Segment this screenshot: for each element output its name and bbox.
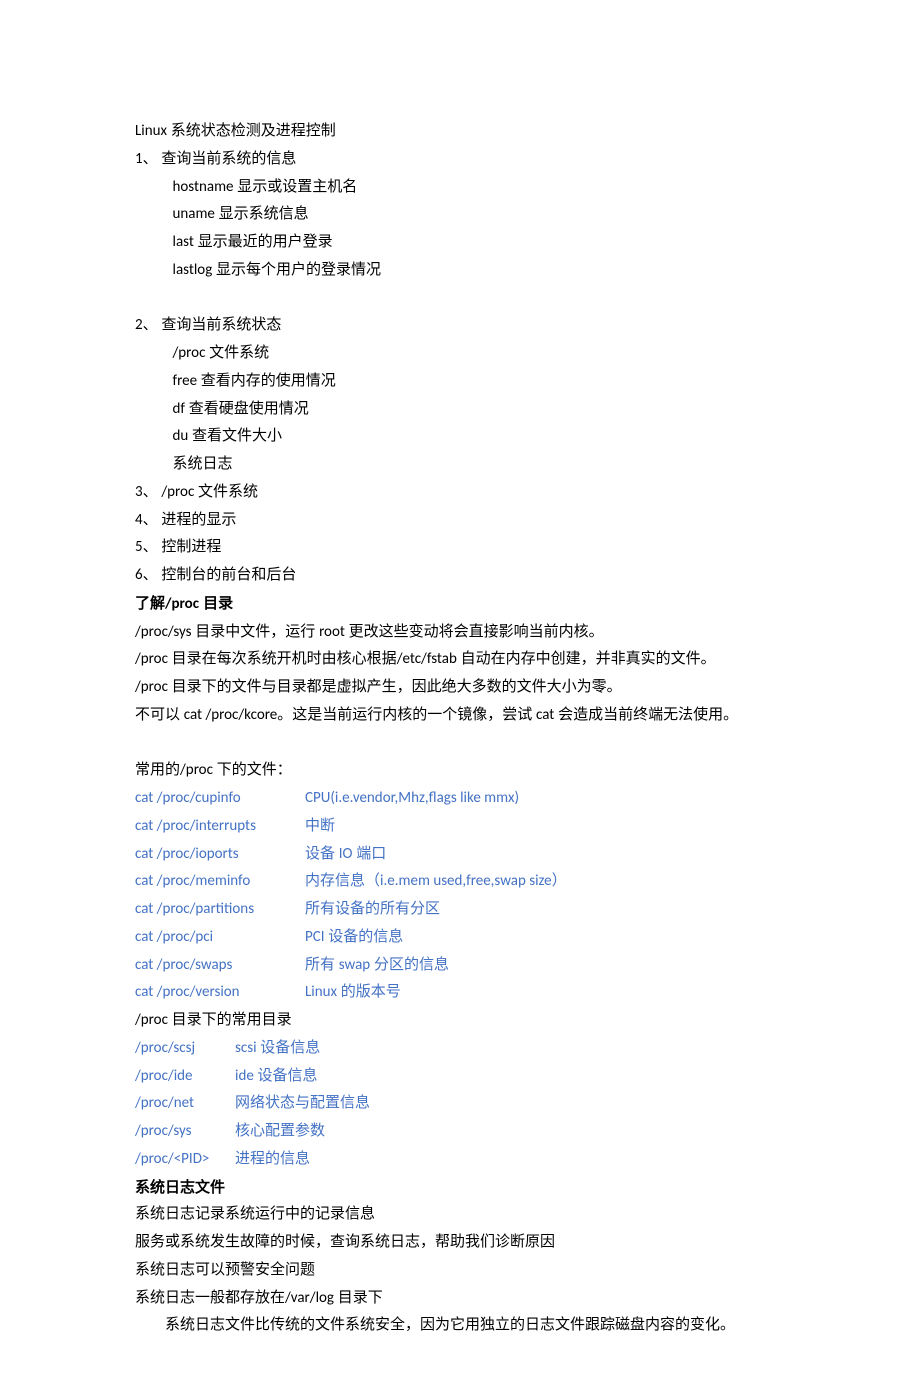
proc-description: 所有设备的所有分区 bbox=[305, 896, 440, 924]
heading-syslog: 系统日志文件 bbox=[135, 1174, 785, 1202]
table-row: cat /proc/versionLinux 的版本号 bbox=[135, 979, 785, 1007]
proc-command: cat /proc/meminfo bbox=[135, 868, 305, 896]
proc-dir-description: 网络状态与配置信息 bbox=[235, 1090, 370, 1118]
list-sub-item: free 查看内存的使用情况 bbox=[135, 368, 785, 396]
heading-proc-dir: 了解/proc 目录 bbox=[135, 590, 785, 619]
proc-dir-path: /proc/<PID> bbox=[135, 1146, 235, 1174]
proc-description: PCI 设备的信息 bbox=[305, 924, 403, 952]
table-row: cat /proc/cupinfoCPU(i.e.vendor,Mhz,flag… bbox=[135, 785, 785, 813]
proc-dirs-table: /proc/scsjscsi 设备信息/proc/ideide 设备信息/pro… bbox=[135, 1035, 785, 1174]
table-row: cat /proc/meminfo内存信息（i.e.mem used,free,… bbox=[135, 868, 785, 896]
table-row: cat /proc/partitions所有设备的所有分区 bbox=[135, 896, 785, 924]
paragraph: /proc 目录在每次系统开机时由核心根据/etc/fstab 自动在内存中创建… bbox=[135, 646, 785, 674]
common-files-label: 常用的/proc 下的文件： bbox=[135, 757, 785, 785]
proc-dir-description: 核心配置参数 bbox=[235, 1118, 325, 1146]
proc-command: cat /proc/cupinfo bbox=[135, 785, 305, 813]
proc-description: 中断 bbox=[305, 813, 335, 841]
proc-command: cat /proc/swaps bbox=[135, 952, 305, 980]
paragraph: 系统日志记录系统运行中的记录信息 bbox=[135, 1201, 785, 1229]
proc-command: cat /proc/partitions bbox=[135, 896, 305, 924]
proc-dir-path: /proc/ide bbox=[135, 1063, 235, 1091]
list-sub-item: 系统日志 bbox=[135, 451, 785, 479]
list-sub-item: /proc 文件系统 bbox=[135, 340, 785, 368]
table-row: cat /proc/pciPCI 设备的信息 bbox=[135, 924, 785, 952]
list-item: 2、 查询当前系统状态 bbox=[135, 312, 785, 340]
paragraph: /proc/sys 目录中文件，运行 root 更改这些变动将会直接影响当前内核… bbox=[135, 619, 785, 647]
list-sub-item: du 查看文件大小 bbox=[135, 423, 785, 451]
list-sub-item: df 查看硬盘使用情况 bbox=[135, 396, 785, 424]
proc-description: 设备 IO 端口 bbox=[305, 841, 386, 869]
table-row: cat /proc/swaps所有 swap 分区的信息 bbox=[135, 952, 785, 980]
syslog-lines: 系统日志记录系统运行中的记录信息服务或系统发生故障的时候，查询系统日志，帮助我们… bbox=[135, 1201, 785, 1284]
list-item: 1、 查询当前系统的信息 bbox=[135, 146, 785, 174]
list-item: 3、 /proc 文件系统 bbox=[135, 479, 785, 507]
list-sub-item: lastlog 显示每个用户的登录情况 bbox=[135, 257, 785, 285]
paragraph: /proc 目录下的文件与目录都是虚拟产生，因此绝大多数的文件大小为零。 bbox=[135, 674, 785, 702]
paragraph: 服务或系统发生故障的时候，查询系统日志，帮助我们诊断原因 bbox=[135, 1229, 785, 1257]
proc-dir-description: 进程的信息 bbox=[235, 1146, 310, 1174]
table-row: /proc/sys核心配置参数 bbox=[135, 1118, 785, 1146]
paragraph: 系统日志可以预警安全问题 bbox=[135, 1257, 785, 1285]
proc-command: cat /proc/pci bbox=[135, 924, 305, 952]
table-row: cat /proc/interrupts中断 bbox=[135, 813, 785, 841]
proc-command: cat /proc/interrupts bbox=[135, 813, 305, 841]
table-row: /proc/ideide 设备信息 bbox=[135, 1063, 785, 1091]
table-row: cat /proc/ioports设备 IO 端口 bbox=[135, 841, 785, 869]
syslog-indent-line: 系统日志文件比传统的文件系统安全，因为它用独立的日志文件跟踪磁盘内容的变化。 bbox=[135, 1312, 785, 1340]
list-sub-item: last 显示最近的用户登录 bbox=[135, 229, 785, 257]
table-row: /proc/<PID>进程的信息 bbox=[135, 1146, 785, 1174]
proc-dir-description: ide 设备信息 bbox=[235, 1063, 318, 1091]
syslog-line-varlog: 系统日志一般都存放在/var/log 目录下 bbox=[135, 1285, 785, 1313]
proc-description: CPU(i.e.vendor,Mhz,flags like mmx) bbox=[305, 785, 519, 813]
page-title: Linux 系统状态检测及进程控制 bbox=[135, 118, 785, 146]
proc-files-table: cat /proc/cupinfoCPU(i.e.vendor,Mhz,flag… bbox=[135, 785, 785, 1007]
paragraph: 不可以 cat /proc/kcore。这是当前运行内核的一个镜像，尝试 cat… bbox=[135, 702, 785, 730]
list-item: 6、 控制台的前台和后台 bbox=[135, 562, 785, 590]
proc-dir-description: scsi 设备信息 bbox=[235, 1035, 320, 1063]
proc-notes: /proc/sys 目录中文件，运行 root 更改这些变动将会直接影响当前内核… bbox=[135, 619, 785, 730]
list-item: 4、 进程的显示 bbox=[135, 507, 785, 535]
list-item: 5、 控制进程 bbox=[135, 534, 785, 562]
outline-list: 1、 查询当前系统的信息hostname 显示或设置主机名uname 显示系统信… bbox=[135, 146, 785, 590]
list-sub-item: uname 显示系统信息 bbox=[135, 201, 785, 229]
proc-description: Linux 的版本号 bbox=[305, 979, 401, 1007]
list-sub-item: hostname 显示或设置主机名 bbox=[135, 174, 785, 202]
proc-description: 内存信息（i.e.mem used,free,swap size） bbox=[305, 868, 567, 896]
table-row: /proc/scsjscsi 设备信息 bbox=[135, 1035, 785, 1063]
document-body: Linux 系统状态检测及进程控制 1、 查询当前系统的信息hostname 显… bbox=[135, 118, 785, 1340]
table-row: /proc/net网络状态与配置信息 bbox=[135, 1090, 785, 1118]
proc-command: cat /proc/ioports bbox=[135, 841, 305, 869]
proc-dir-path: /proc/scsj bbox=[135, 1035, 235, 1063]
proc-dir-path: /proc/sys bbox=[135, 1118, 235, 1146]
proc-command: cat /proc/version bbox=[135, 979, 305, 1007]
proc-dir-path: /proc/net bbox=[135, 1090, 235, 1118]
common-dirs-label: /proc 目录下的常用目录 bbox=[135, 1007, 785, 1035]
proc-description: 所有 swap 分区的信息 bbox=[305, 952, 449, 980]
